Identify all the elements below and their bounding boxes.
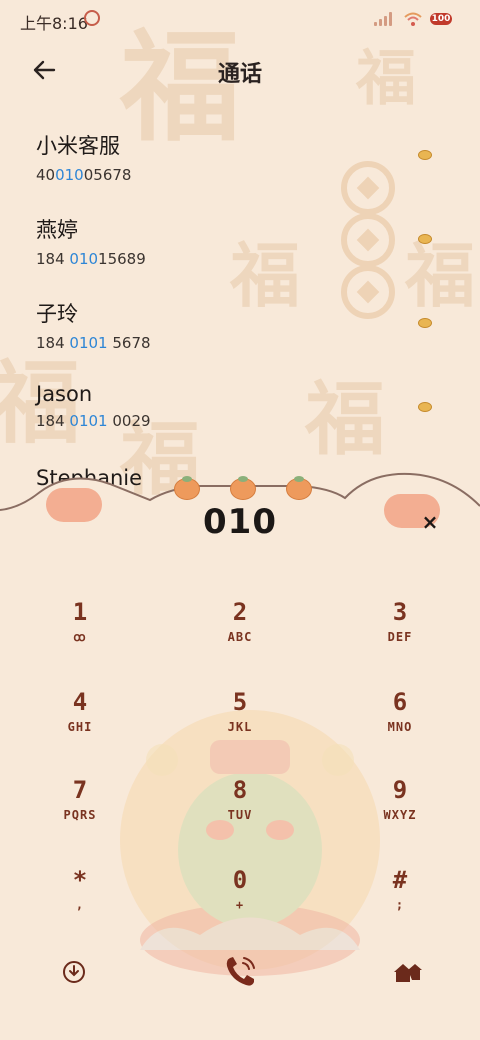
coin-icon — [418, 318, 432, 328]
key-digit: 3 — [392, 598, 408, 626]
coin-icon — [418, 150, 432, 160]
close-icon[interactable]: × — [420, 512, 440, 532]
bottom-action-bar — [0, 950, 480, 1010]
key-digit: 8 — [232, 776, 248, 804]
dial-key-7[interactable]: 7 PQRS — [20, 776, 140, 846]
battery-icon: 100 — [430, 13, 452, 25]
key-letters: PQRS — [63, 808, 97, 822]
key-letters: + — [235, 898, 245, 912]
status-bar: 上午8:16 100 — [0, 0, 480, 40]
key-letters: WXYZ — [383, 808, 417, 822]
contact-name: 子玲 — [36, 302, 78, 326]
signal-icon — [374, 12, 396, 26]
contact-number: 184 0101 5678 — [36, 334, 151, 352]
contact-name: Jason — [36, 382, 93, 406]
dial-key-0[interactable]: 0 + — [180, 866, 300, 936]
dial-key-star[interactable]: * , — [20, 866, 140, 936]
persimmon-decoration — [174, 476, 200, 500]
system-icons: 100 — [374, 12, 452, 26]
persimmon-decoration — [230, 476, 256, 500]
coin-icon — [418, 234, 432, 244]
dial-key-8[interactable]: 8 TUV — [180, 776, 300, 846]
key-letters: ABC — [227, 630, 253, 644]
key-digit: 0 — [232, 866, 248, 894]
dial-key-3[interactable]: 3 DEF — [340, 598, 460, 668]
voicemail-icon: ꝏ — [73, 630, 87, 644]
key-digit: 7 — [72, 776, 88, 804]
lucky-bag-icon — [84, 10, 100, 26]
key-letters: MNO — [387, 720, 413, 734]
key-digit: 2 — [232, 598, 248, 626]
key-letters: TUV — [227, 808, 253, 822]
dial-input[interactable]: 010 — [0, 502, 480, 542]
key-digit: 6 — [392, 688, 408, 716]
dial-key-5[interactable]: 5 JKL — [180, 688, 300, 758]
dial-key-2[interactable]: 2 ABC — [180, 598, 300, 668]
dial-key-6[interactable]: 6 MNO — [340, 688, 460, 758]
dial-key-hash[interactable]: # ; — [340, 866, 460, 936]
key-letters: , — [75, 898, 85, 912]
contact-item[interactable]: 子玲 184 0101 5678 — [36, 298, 416, 352]
phone-icon[interactable] — [222, 954, 258, 990]
key-digit: 1 — [72, 598, 88, 626]
house-icon[interactable] — [392, 960, 422, 984]
key-digit: 9 — [392, 776, 408, 804]
key-letters: JKL — [227, 720, 253, 734]
dial-key-1[interactable]: 1 ꝏ — [20, 598, 140, 668]
key-digit: 4 — [72, 688, 88, 716]
contact-item[interactable]: 燕婷 184 01015689 — [36, 214, 416, 268]
key-digit: 5 — [232, 688, 248, 716]
key-digit: # — [392, 866, 408, 894]
key-digit: * — [72, 866, 88, 894]
contact-name: 燕婷 — [36, 218, 78, 242]
header: 通话 — [0, 44, 480, 96]
download-circle-icon[interactable] — [62, 960, 86, 984]
coin-icon — [418, 402, 432, 412]
contact-number: 184 0101 0029 — [36, 412, 151, 430]
dial-key-9[interactable]: 9 WXYZ — [340, 776, 460, 846]
key-letters: ; — [395, 898, 405, 912]
contact-item[interactable]: 小米客服 4001005678 — [36, 130, 416, 184]
contact-name: 小米客服 — [36, 134, 120, 158]
contact-number: 184 01015689 — [36, 250, 146, 268]
dial-key-4[interactable]: 4 GHI — [20, 688, 140, 758]
contact-number: 4001005678 — [36, 166, 132, 184]
persimmon-decoration — [286, 476, 312, 500]
key-letters: DEF — [387, 630, 413, 644]
wifi-icon — [404, 12, 422, 26]
key-letters: GHI — [67, 720, 93, 734]
contact-item[interactable]: Jason 184 0101 0029 — [36, 382, 416, 430]
status-time: 上午8:16 — [20, 14, 88, 33]
page-title: 通话 — [217, 62, 262, 87]
